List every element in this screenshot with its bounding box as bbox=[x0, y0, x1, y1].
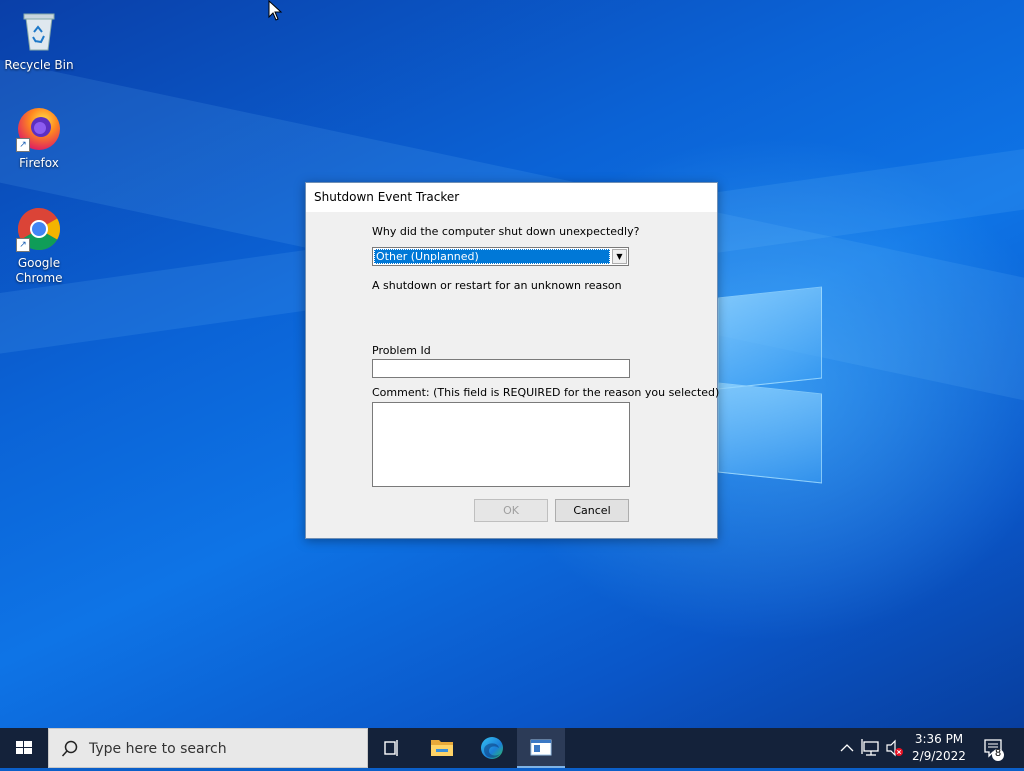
clock-time: 3:36 PM bbox=[914, 732, 964, 746]
desktop-icon-label: Google Chrome bbox=[15, 256, 63, 285]
volume-button[interactable] bbox=[884, 728, 906, 768]
edge-button[interactable] bbox=[468, 728, 516, 768]
comment-label: Comment: (This field is REQUIRED for the… bbox=[372, 386, 720, 399]
volume-muted-icon bbox=[886, 739, 903, 757]
action-center-button[interactable]: 8 bbox=[980, 728, 1010, 768]
clock-date: 2/9/2022 bbox=[912, 749, 966, 763]
shutdown-reason-selected-value: Other (Unplanned) bbox=[374, 249, 610, 264]
taskbar-search-box[interactable]: Type here to search bbox=[48, 728, 368, 768]
show-hidden-icons-button[interactable] bbox=[838, 728, 856, 768]
desktop-icon-label: Recycle Bin bbox=[4, 58, 74, 72]
shutdown-reason-select[interactable]: Other (Unplanned) ▼ bbox=[372, 247, 629, 266]
file-explorer-icon bbox=[431, 740, 453, 756]
recycle-bin-icon bbox=[16, 8, 62, 54]
comment-textarea[interactable] bbox=[372, 402, 630, 487]
problem-id-label: Problem Id bbox=[372, 344, 431, 357]
chevron-down-icon[interactable]: ▼ bbox=[612, 249, 627, 264]
task-view-icon bbox=[384, 740, 398, 756]
shutdown-event-tracker-dialog: Shutdown Event Tracker Why did the compu… bbox=[305, 182, 720, 539]
chrome-icon: ↗ bbox=[16, 206, 62, 252]
shortcut-arrow-icon: ↗ bbox=[16, 238, 30, 252]
desktop-icon-firefox[interactable]: ↗ Firefox bbox=[1, 106, 77, 171]
windows-logo-pane bbox=[718, 382, 822, 484]
edge-icon bbox=[481, 737, 503, 759]
task-view-button[interactable] bbox=[368, 728, 416, 768]
mouse-cursor-icon bbox=[268, 0, 284, 25]
search-placeholder: Type here to search bbox=[89, 741, 227, 757]
file-explorer-button[interactable] bbox=[418, 728, 466, 768]
desktop-icon-label: Firefox bbox=[19, 156, 59, 170]
firefox-icon: ↗ bbox=[16, 106, 62, 152]
windows-logo-icon bbox=[16, 741, 32, 754]
chevron-up-icon bbox=[840, 744, 854, 752]
dialog-title: Shutdown Event Tracker bbox=[306, 183, 717, 212]
start-button[interactable] bbox=[0, 728, 48, 768]
shutdown-reason-question: Why did the computer shut down unexpecte… bbox=[372, 225, 640, 238]
taskbar-clock[interactable]: 3:36 PM 2/9/2022 bbox=[908, 731, 970, 765]
active-window-icon bbox=[530, 739, 552, 756]
network-status-button[interactable] bbox=[860, 728, 882, 768]
ok-button[interactable]: OK bbox=[474, 499, 548, 522]
network-icon bbox=[861, 739, 879, 756]
problem-id-input[interactable] bbox=[372, 359, 630, 378]
shortcut-arrow-icon: ↗ bbox=[16, 138, 30, 152]
windows-logo-pane bbox=[718, 286, 822, 390]
cancel-button[interactable]: Cancel bbox=[555, 499, 629, 522]
notification-count-badge: 8 bbox=[994, 748, 1002, 759]
reason-description: A shutdown or restart for an unknown rea… bbox=[372, 279, 622, 292]
active-window-button[interactable] bbox=[517, 728, 565, 768]
taskbar: Type here to search 3:36 PM 2/9/2022 8 bbox=[0, 728, 1024, 768]
search-icon bbox=[61, 740, 78, 757]
desktop-icon-recycle-bin[interactable]: Recycle Bin bbox=[1, 8, 77, 73]
desktop-icon-chrome[interactable]: ↗ Google Chrome bbox=[1, 206, 77, 286]
